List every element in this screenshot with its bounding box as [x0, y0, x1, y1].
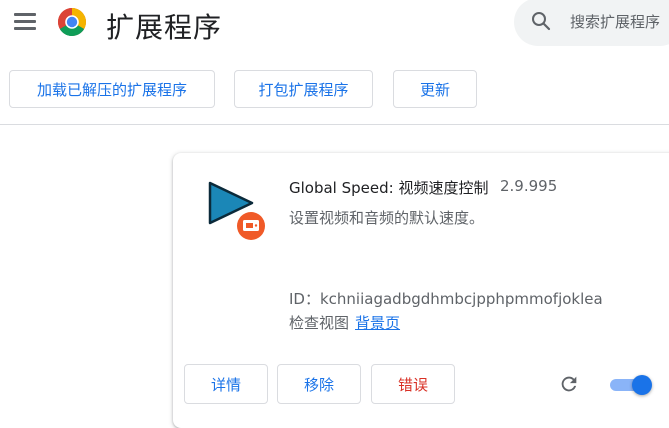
background-page-link[interactable]: 背景页: [355, 314, 400, 332]
extension-id: ID：kchniiagadbgdhmbcjpphpmmofjoklea: [289, 288, 603, 309]
extension-icon: [208, 181, 265, 240]
search-input[interactable]: [570, 0, 669, 46]
extension-version: 2.9.995: [500, 177, 558, 195]
toggle-thumb: [632, 375, 652, 395]
load-unpacked-button[interactable]: 加载已解压的扩展程序: [9, 70, 215, 108]
errors-button[interactable]: 错误: [371, 364, 455, 404]
update-button[interactable]: 更新: [393, 70, 477, 108]
card-footer: 详情 移除 错误: [173, 364, 669, 414]
extension-id-label: ID：: [289, 290, 320, 308]
search-box[interactable]: [514, 0, 669, 46]
pack-extension-button[interactable]: 打包扩展程序: [234, 70, 373, 108]
chrome-logo-icon: [58, 8, 86, 36]
menu-icon[interactable]: [14, 13, 36, 31]
header: 扩展程序: [0, 0, 669, 48]
extension-card: Global Speed: 视频速度控制 2.9.995 设置视频和音频的默认速…: [173, 153, 669, 428]
page-title: 扩展程序: [106, 12, 223, 43]
toolbar: 加载已解压的扩展程序 打包扩展程序 更新: [0, 70, 669, 110]
extension-name: Global Speed: 视频速度控制: [289, 179, 489, 197]
enable-toggle[interactable]: [608, 375, 652, 395]
remove-button[interactable]: 移除: [277, 364, 361, 404]
extension-description: 设置视频和音频的默认速度。: [289, 209, 485, 227]
extension-id-value: kchniiagadbgdhmbcjpphpmmofjoklea: [319, 290, 603, 308]
inspect-views-row: 检查视图 背景页: [289, 312, 400, 333]
details-button[interactable]: 详情: [184, 364, 268, 404]
search-icon: [532, 12, 551, 31]
inspect-views-label: 检查视图: [289, 314, 350, 332]
toolbar-divider: [0, 124, 669, 125]
reload-icon[interactable]: [558, 373, 580, 395]
